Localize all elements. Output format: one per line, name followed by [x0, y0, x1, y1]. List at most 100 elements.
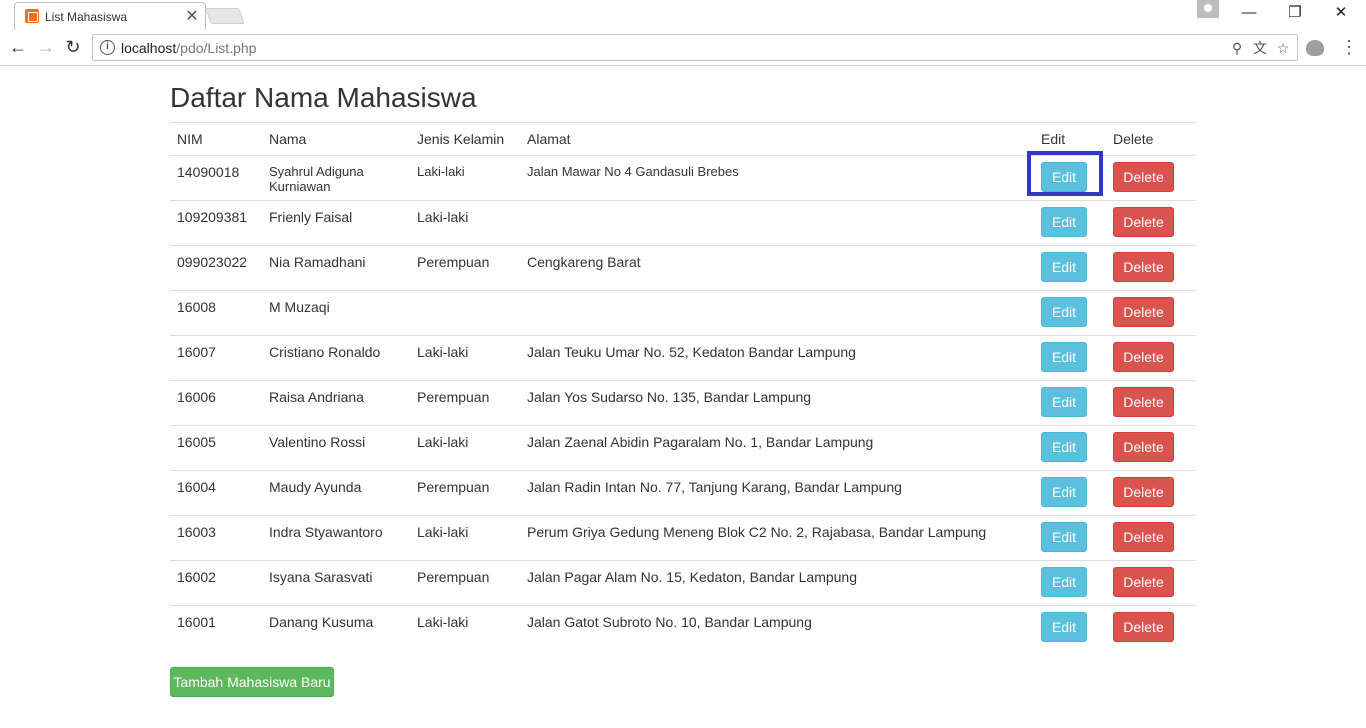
- edit-button[interactable]: Edit: [1041, 252, 1087, 282]
- new-tab-button[interactable]: [205, 8, 245, 24]
- cell-nama: Nia Ramadhani: [262, 245, 410, 291]
- page-title: Daftar Nama Mahasiswa: [170, 82, 477, 113]
- cell-nama: Raisa Andriana: [262, 380, 410, 426]
- extension-icon[interactable]: [1306, 40, 1324, 56]
- cell-nama: M Muzaqi: [262, 290, 410, 336]
- cell-alamat: Jalan Gatot Subroto No. 10, Bandar Lampu…: [520, 605, 1034, 651]
- table-row: 099023022 Nia Ramadhani Perempuan Cengkaren…: [170, 245, 1196, 291]
- cell-nama: Cristiano Ronaldo: [262, 335, 410, 381]
- back-icon[interactable]: ←: [8, 37, 28, 57]
- url-text[interactable]: localhost/pdo/List.php: [121, 40, 256, 56]
- cell-edit: Edit: [1034, 425, 1106, 471]
- cell-edit: Edit: [1034, 380, 1106, 426]
- delete-button[interactable]: Delete: [1113, 297, 1174, 327]
- cell-edit: Edit: [1034, 155, 1106, 201]
- minimize-button[interactable]: —: [1226, 2, 1272, 26]
- cell-alamat: Cengkareng Barat: [520, 245, 1034, 291]
- edit-button[interactable]: Edit: [1041, 432, 1087, 462]
- table-row: 16008 M Muzaqi Edit Delete: [170, 290, 1196, 336]
- cell-alamat: Jalan Radin Intan No. 77, Tanjung Karang…: [520, 470, 1034, 516]
- cell-delete: Delete: [1106, 245, 1196, 291]
- profile-icon[interactable]: [1197, 0, 1219, 18]
- table-row: 109209381 Frienly Faisal Laki-laki Edit Dele…: [170, 200, 1196, 246]
- edit-button[interactable]: Edit: [1041, 477, 1087, 507]
- cell-jenis-kelamin: Perempuan: [410, 380, 520, 426]
- edit-button[interactable]: Edit: [1041, 162, 1087, 192]
- cell-nama: Danang Kusuma: [262, 605, 410, 651]
- cell-jenis-kelamin: Laki-laki: [410, 605, 520, 651]
- reload-icon[interactable]: ↻: [63, 37, 83, 57]
- cell-alamat: [520, 200, 1034, 246]
- cell-edit: Edit: [1034, 560, 1106, 606]
- cell-delete: Delete: [1106, 200, 1196, 246]
- add-student-button[interactable]: Tambah Mahasiswa Baru: [170, 667, 334, 697]
- column-header-alamat: Alamat: [520, 122, 1034, 156]
- cell-nama: Maudy Ayunda: [262, 470, 410, 516]
- cell-delete: Delete: [1106, 335, 1196, 381]
- column-header-nim: NIM: [170, 122, 262, 156]
- column-header-jenis-kelamin: Jenis Kelamin: [410, 122, 520, 156]
- url-path: /pdo/List.php: [176, 40, 257, 56]
- table-row: 16006 Raisa Andriana Perempuan Jalan Yos Su…: [170, 380, 1196, 426]
- edit-button[interactable]: Edit: [1041, 612, 1087, 642]
- table-row: 16007 Cristiano Ronaldo Laki-laki Jalan Teu…: [170, 335, 1196, 381]
- cell-nim: 16003: [170, 515, 262, 561]
- title-bar: List Mahasiswa ✕ — ❐ ✕: [0, 0, 1366, 30]
- delete-button[interactable]: Delete: [1113, 162, 1174, 192]
- delete-button[interactable]: Delete: [1113, 252, 1174, 282]
- cell-alamat: Jalan Mawar No 4 Gandasuli Brebes: [520, 155, 1034, 201]
- edit-button[interactable]: Edit: [1041, 387, 1087, 417]
- zoom-icon[interactable]: ⚲: [1228, 39, 1246, 57]
- cell-nama: Syahrul Adiguna Kurniawan: [262, 155, 410, 201]
- info-icon[interactable]: i: [100, 40, 115, 55]
- cell-nim: 16002: [170, 560, 262, 606]
- cell-alamat: [520, 290, 1034, 336]
- cell-nama: Isyana Sarasvati: [262, 560, 410, 606]
- delete-button[interactable]: Delete: [1113, 612, 1174, 642]
- address-bar[interactable]: i localhost/pdo/List.php ⚲ 文 ☆: [92, 34, 1298, 61]
- cell-nama: Indra Styawantoro: [262, 515, 410, 561]
- tab-close-icon[interactable]: ✕: [183, 6, 201, 26]
- edit-button[interactable]: Edit: [1041, 342, 1087, 372]
- delete-button[interactable]: Delete: [1113, 567, 1174, 597]
- column-header-delete: Delete: [1106, 122, 1196, 156]
- cell-nim: 16006: [170, 380, 262, 426]
- browser-tab[interactable]: List Mahasiswa ✕: [14, 2, 206, 30]
- edit-button[interactable]: Edit: [1041, 567, 1087, 597]
- cell-alamat: Jalan Zaenal Abidin Pagaralam No. 1, Ban…: [520, 425, 1034, 471]
- cell-edit: Edit: [1034, 335, 1106, 381]
- translate-icon[interactable]: 文: [1251, 39, 1269, 57]
- delete-button[interactable]: Delete: [1113, 207, 1174, 237]
- delete-button[interactable]: Delete: [1113, 432, 1174, 462]
- delete-button[interactable]: Delete: [1113, 477, 1174, 507]
- cell-jenis-kelamin: Laki-laki: [410, 425, 520, 471]
- table-row: 16004 Maudy Ayunda Perempuan Jalan Radin In…: [170, 470, 1196, 516]
- cell-jenis-kelamin: Perempuan: [410, 560, 520, 606]
- table-row: 16001 Danang Kusuma Laki-laki Jalan Gatot S…: [170, 605, 1196, 651]
- delete-button[interactable]: Delete: [1113, 387, 1174, 417]
- tab-title: List Mahasiswa: [45, 10, 128, 24]
- restore-button[interactable]: ❐: [1272, 2, 1318, 26]
- cell-edit: Edit: [1034, 290, 1106, 336]
- cell-jenis-kelamin: Laki-laki: [410, 335, 520, 381]
- cell-nama: Frienly Faisal: [262, 200, 410, 246]
- table-body: 14090018 Syahrul Adiguna Kurniawan Laki-la…: [170, 155, 1196, 651]
- cell-nim: 109209381: [170, 200, 262, 246]
- forward-icon[interactable]: →: [36, 37, 56, 57]
- cell-alamat: Jalan Pagar Alam No. 15, Kedaton, Bandar…: [520, 560, 1034, 606]
- cell-jenis-kelamin: Laki-laki: [410, 200, 520, 246]
- menu-icon[interactable]: ⋮: [1340, 37, 1358, 57]
- cell-nim: 14090018: [170, 155, 262, 201]
- edit-button[interactable]: Edit: [1041, 297, 1087, 327]
- star-icon[interactable]: ☆: [1274, 39, 1292, 57]
- delete-button[interactable]: Delete: [1113, 342, 1174, 372]
- close-window-button[interactable]: ✕: [1318, 2, 1364, 26]
- edit-button[interactable]: Edit: [1041, 207, 1087, 237]
- cell-delete: Delete: [1106, 155, 1196, 201]
- edit-button[interactable]: Edit: [1041, 522, 1087, 552]
- delete-button[interactable]: Delete: [1113, 522, 1174, 552]
- cell-delete: Delete: [1106, 380, 1196, 426]
- table-header-row: NIM Nama Jenis Kelamin Alamat Edit Delet…: [170, 122, 1196, 156]
- cell-alamat: Jalan Teuku Umar No. 52, Kedaton Bandar …: [520, 335, 1034, 381]
- cell-nim: 16005: [170, 425, 262, 471]
